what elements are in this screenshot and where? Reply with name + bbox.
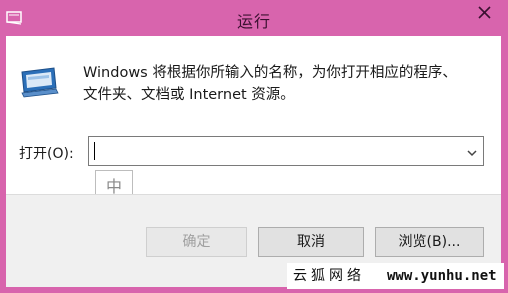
watermark-url: www.yunhu.net xyxy=(387,268,497,284)
description-line-2: 文件夹、文档或 Internet 资源。 xyxy=(83,87,295,103)
cancel-button[interactable]: 取消 xyxy=(258,227,364,257)
open-input[interactable] xyxy=(91,139,459,163)
title-bar[interactable]: 运行 xyxy=(0,0,508,36)
browse-button[interactable]: 浏览(B)... xyxy=(375,227,484,257)
dialog-description: Windows 将根据你所输入的名称，为你打开相应的程序、 文件夹、文档或 In… xyxy=(83,62,493,106)
chevron-down-icon[interactable] xyxy=(465,145,479,159)
run-app-icon xyxy=(18,66,60,98)
open-label: 打开(O): xyxy=(19,146,74,162)
open-combobox[interactable] xyxy=(88,136,484,166)
watermark: 云狐网络 www.yunhu.net xyxy=(287,263,504,289)
ok-button[interactable]: 确定 xyxy=(146,227,247,257)
dialog-content: Windows 将根据你所输入的名称，为你打开相应的程序、 文件夹、文档或 In… xyxy=(6,36,501,204)
close-button[interactable] xyxy=(461,0,508,26)
description-line-1: Windows 将根据你所输入的名称，为你打开相应的程序、 xyxy=(83,65,457,81)
watermark-site-name: 云狐网络 xyxy=(293,268,365,284)
window-title: 运行 xyxy=(236,12,271,31)
